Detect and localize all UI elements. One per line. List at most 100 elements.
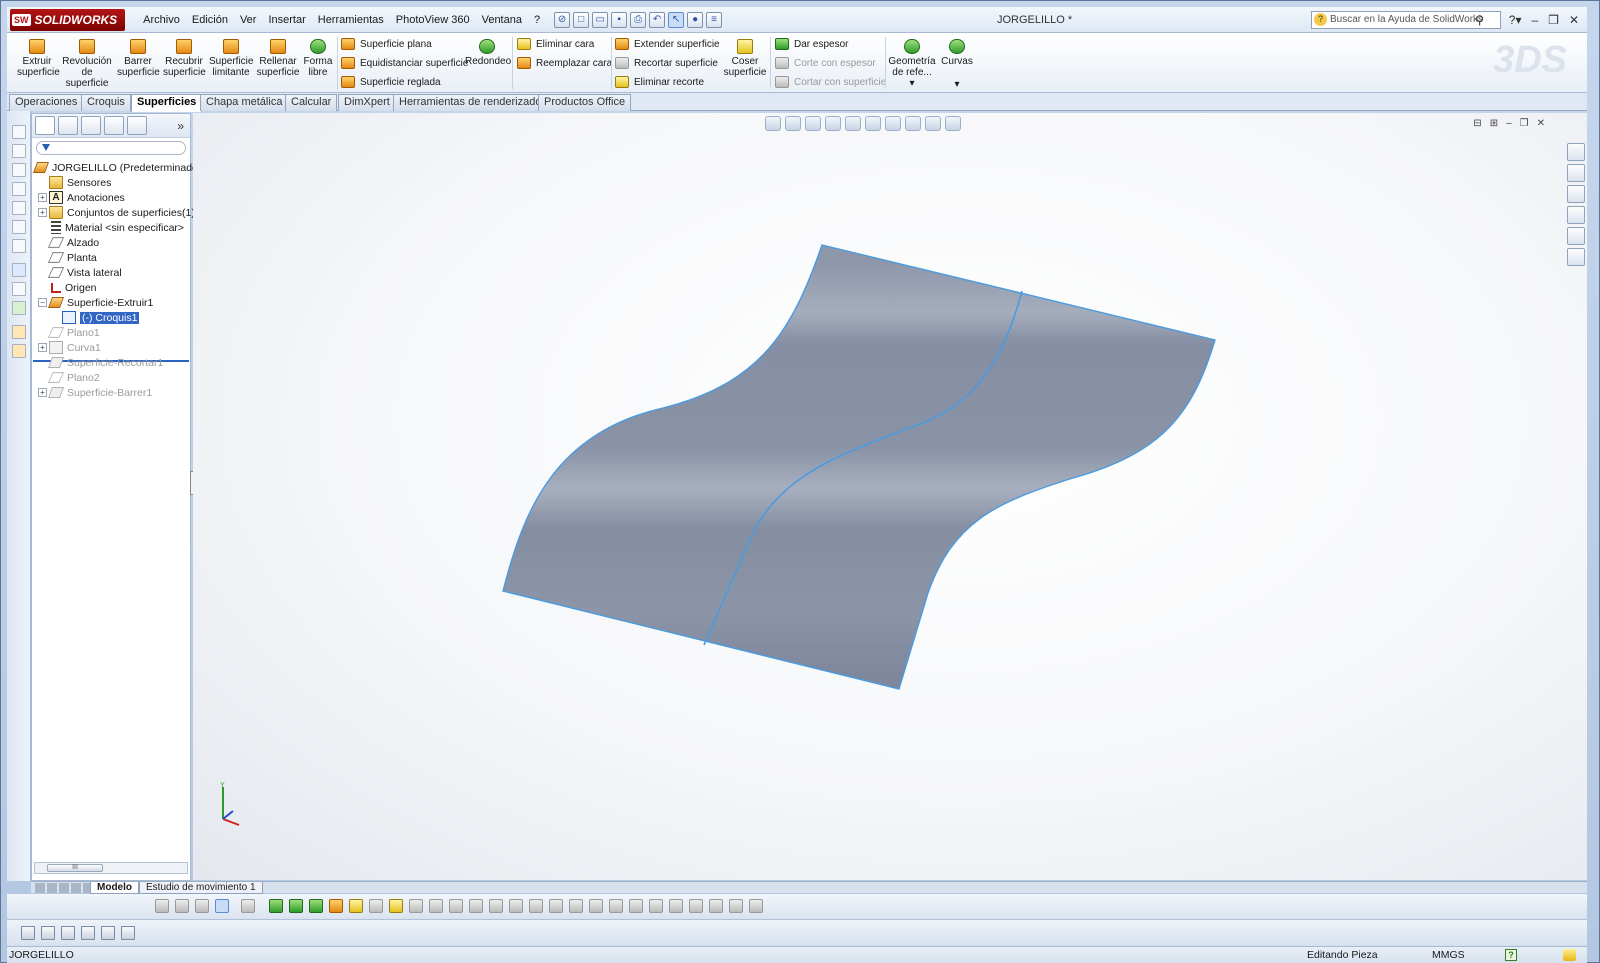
tool-13-icon[interactable] bbox=[509, 899, 523, 913]
view-back-icon[interactable] bbox=[12, 144, 26, 158]
tab-modelo[interactable]: Modelo bbox=[90, 881, 139, 894]
freeform-button[interactable]: Forma libre bbox=[303, 39, 333, 78]
menu-ventana[interactable]: Ventana bbox=[476, 7, 528, 33]
tool-11-icon[interactable] bbox=[469, 899, 483, 913]
view-palette-icon[interactable] bbox=[1567, 206, 1585, 224]
undo-icon[interactable]: ↶ bbox=[649, 11, 666, 28]
status-help-icon[interactable]: ? bbox=[1505, 949, 1517, 961]
status-rebuild-icon[interactable] bbox=[1563, 949, 1576, 961]
design-library-icon[interactable] bbox=[1567, 164, 1585, 182]
tab-chapa-metalica[interactable]: Chapa metálica bbox=[200, 94, 289, 111]
view-tool-6-icon[interactable] bbox=[121, 926, 135, 940]
surface-face[interactable] bbox=[502, 244, 1216, 690]
fillet-button[interactable]: Redondeo bbox=[465, 39, 511, 67]
tool-2-icon[interactable] bbox=[289, 899, 303, 913]
property-manager-tab-icon[interactable] bbox=[58, 116, 78, 135]
revolve-surface-button[interactable]: Revolución de superficie bbox=[62, 39, 112, 89]
menu-photoview[interactable]: PhotoView 360 bbox=[390, 7, 476, 33]
tree-horizontal-scrollbar[interactable]: III bbox=[34, 862, 188, 874]
configuration-manager-tab-icon[interactable] bbox=[81, 116, 101, 135]
tree-item[interactable]: Vista lateral bbox=[38, 265, 122, 280]
select-other-icon[interactable] bbox=[241, 899, 255, 913]
tab-croquis[interactable]: Croquis bbox=[81, 94, 131, 111]
close-icon[interactable]: ✕ bbox=[1569, 7, 1579, 33]
tree-item[interactable]: Material <sin especificar> bbox=[38, 220, 184, 235]
tab-dimxpert[interactable]: DimXpert bbox=[338, 94, 396, 111]
curves-button[interactable]: Curvas ▾ bbox=[939, 39, 975, 90]
planar-surface-button[interactable]: Superficie plana bbox=[341, 38, 432, 50]
tree-item[interactable]: + A Anotaciones bbox=[38, 190, 125, 205]
filter-edges-icon[interactable] bbox=[175, 899, 189, 913]
tab-herramientas-renderizado[interactable]: Herramientas de renderizado bbox=[393, 94, 548, 111]
tab-calcular[interactable]: Calcular bbox=[285, 94, 338, 111]
tool-14-icon[interactable] bbox=[529, 899, 543, 913]
reference-geometry-button[interactable]: Geometría de refe... ▾ bbox=[887, 39, 937, 89]
sweep-surface-button[interactable]: Barrer superficie bbox=[117, 39, 160, 78]
menu-herramientas[interactable]: Herramientas bbox=[312, 7, 390, 33]
tool-6-icon[interactable] bbox=[369, 899, 383, 913]
thicken-button[interactable]: Dar espesor bbox=[775, 38, 848, 50]
sketch-pencil-icon[interactable] bbox=[12, 263, 26, 277]
tab-estudio-movimiento[interactable]: Estudio de movimiento 1 bbox=[139, 881, 263, 894]
expand-icon[interactable]: + bbox=[38, 388, 47, 397]
tool-25-icon[interactable] bbox=[749, 899, 763, 913]
view-top-icon[interactable] bbox=[12, 201, 26, 215]
select-icon[interactable] bbox=[215, 899, 229, 913]
select-pointer-icon[interactable]: ↖ bbox=[668, 11, 685, 28]
tool-18-icon[interactable] bbox=[609, 899, 623, 913]
surface-tool-icon[interactable] bbox=[12, 325, 26, 339]
tool-17-icon[interactable] bbox=[589, 899, 603, 913]
knit-surface-button[interactable]: Coser superficie bbox=[723, 39, 767, 78]
status-units[interactable]: MMGS bbox=[1432, 947, 1465, 963]
tree-item[interactable]: − Superficie-Extruir1 bbox=[38, 295, 153, 310]
view-tool-5-icon[interactable] bbox=[101, 926, 115, 940]
ruled-surface-button[interactable]: Superficie reglada bbox=[341, 76, 441, 88]
print-icon[interactable]: ⎙ bbox=[630, 11, 647, 28]
help-dropdown-icon[interactable]: ?▾ bbox=[1509, 7, 1522, 33]
fill-surface-button[interactable]: Rellenar superficie bbox=[256, 39, 300, 78]
graphics-area[interactable]: ⊟ ⊞ – ❐ ✕ Y bbox=[193, 113, 1587, 880]
tool-20-icon[interactable] bbox=[649, 899, 663, 913]
tool-1-icon[interactable] bbox=[269, 899, 283, 913]
tree-item[interactable]: Sensores bbox=[38, 175, 111, 190]
tree-root[interactable]: JORGELILLO (Predeterminado< bbox=[33, 160, 204, 175]
menu-insertar[interactable]: Insertar bbox=[262, 7, 311, 33]
tool-12-icon[interactable] bbox=[489, 899, 503, 913]
view-right-icon[interactable] bbox=[12, 182, 26, 196]
file-explorer-icon[interactable] bbox=[1567, 185, 1585, 203]
tree-item[interactable]: Alzado bbox=[38, 235, 99, 250]
view-left-icon[interactable] bbox=[12, 163, 26, 177]
view-bottom-icon[interactable] bbox=[12, 220, 26, 234]
tree-item-selected[interactable]: (-) Croquis1 bbox=[62, 310, 141, 325]
open-folder-icon[interactable]: ▭ bbox=[592, 11, 609, 28]
tab-scroll-arrows-icon[interactable] bbox=[35, 882, 90, 893]
solidworks-logo[interactable]: SW SOLIDWORKS bbox=[10, 8, 126, 31]
dimxpert-manager-tab-icon[interactable] bbox=[104, 116, 124, 135]
surface-tool-2-icon[interactable] bbox=[12, 344, 26, 358]
tree-item[interactable]: Planta bbox=[38, 250, 97, 265]
tool-7-icon[interactable] bbox=[389, 899, 403, 913]
home-icon[interactable] bbox=[1567, 143, 1585, 161]
menu-ver[interactable]: Ver bbox=[234, 7, 263, 33]
help-search-input[interactable]: ? Buscar en la Ayuda de SolidWorks ⚲ bbox=[1311, 11, 1501, 29]
tool-5-icon[interactable] bbox=[349, 899, 363, 913]
tool-22-icon[interactable] bbox=[689, 899, 703, 913]
feature-manager-tab-icon[interactable] bbox=[35, 116, 55, 135]
custom-properties-icon[interactable] bbox=[1567, 248, 1585, 266]
tool-10-icon[interactable] bbox=[449, 899, 463, 913]
view-tool-3-icon[interactable] bbox=[61, 926, 75, 940]
menu-help[interactable]: ? bbox=[528, 7, 546, 33]
tool-8-icon[interactable] bbox=[409, 899, 423, 913]
tool-16-icon[interactable] bbox=[569, 899, 583, 913]
tree-item[interactable]: + Curva1 bbox=[38, 340, 101, 355]
tab-superficies[interactable]: Superficies bbox=[131, 94, 203, 112]
scrollbar-thumb[interactable]: III bbox=[47, 864, 103, 872]
pin-icon[interactable]: ⊘ bbox=[554, 11, 571, 28]
filter-faces-icon[interactable] bbox=[195, 899, 209, 913]
rebuild-icon[interactable]: ● bbox=[687, 11, 704, 28]
tab-operaciones[interactable]: Operaciones bbox=[9, 94, 84, 111]
search-icon[interactable]: ⚲ bbox=[1475, 12, 1484, 28]
appearances-icon[interactable] bbox=[1567, 227, 1585, 245]
delete-face-button[interactable]: Eliminar cara bbox=[517, 38, 594, 50]
surface-model[interactable] bbox=[193, 113, 1587, 880]
